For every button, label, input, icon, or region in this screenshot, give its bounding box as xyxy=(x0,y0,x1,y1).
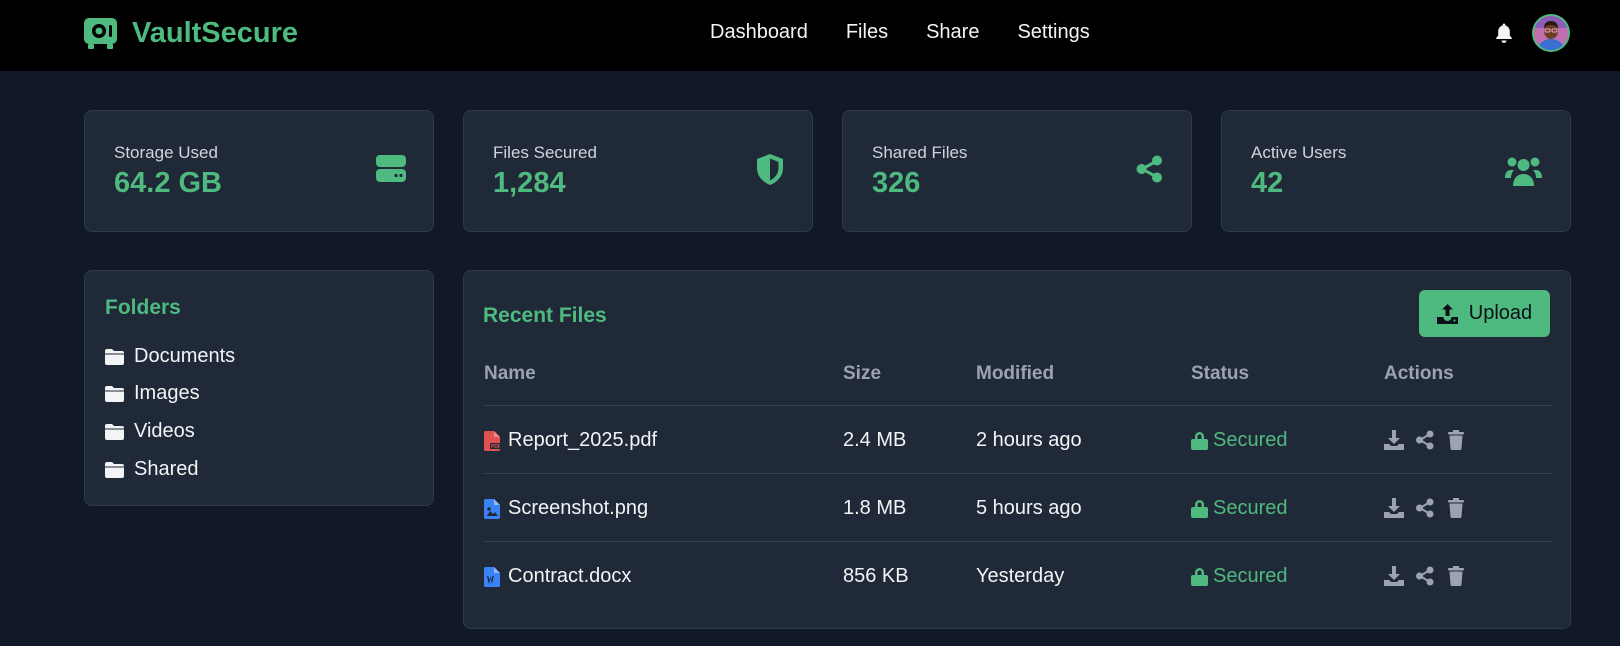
folder-label: Videos xyxy=(134,420,195,442)
upload-icon xyxy=(1436,303,1458,324)
lock-icon xyxy=(1191,568,1208,586)
download-icon[interactable] xyxy=(1384,430,1404,450)
folder-item-videos[interactable]: Videos xyxy=(105,420,195,443)
file-size: 856 KB xyxy=(843,565,909,587)
status-badge: Secured xyxy=(1191,497,1288,520)
folder-item-shared[interactable]: Shared xyxy=(105,458,199,481)
file-modified: 2 hours ago xyxy=(976,429,1082,451)
table-row[interactable]: Contract.docx 856 KB Yesterday Secured xyxy=(464,542,1572,609)
folder-icon xyxy=(105,461,124,478)
nav-dashboard[interactable]: Dashboard xyxy=(710,20,808,44)
image-file-icon xyxy=(484,498,500,519)
users-icon xyxy=(1505,157,1542,186)
share-icon xyxy=(1136,155,1162,183)
nav-settings[interactable]: Settings xyxy=(1017,20,1089,44)
word-file-icon xyxy=(484,566,500,587)
brand-name: VaultSecure xyxy=(132,17,299,49)
trash-icon[interactable] xyxy=(1446,566,1466,586)
status-text: Secured xyxy=(1213,429,1288,451)
status-text: Secured xyxy=(1213,565,1288,587)
column-header-modified: Modified xyxy=(976,363,1055,384)
vault-icon xyxy=(84,17,117,49)
row-actions xyxy=(1384,430,1477,450)
folder-icon xyxy=(105,423,124,440)
recent-files-panel: Recent Files Upload Name Size Modified S… xyxy=(463,270,1571,629)
stat-value: 42 xyxy=(1251,167,1284,199)
stat-card-shared-files: Shared Files 326 xyxy=(842,110,1192,232)
download-icon[interactable] xyxy=(1384,566,1404,586)
file-name-cell[interactable]: Screenshot.png xyxy=(484,497,648,520)
file-modified: Yesterday xyxy=(976,565,1065,587)
folder-icon xyxy=(105,348,124,365)
stat-card-storage-used: Storage Used 64.2 GB xyxy=(84,110,434,232)
status-badge: Secured xyxy=(1191,565,1288,588)
stat-label: Files Secured xyxy=(493,143,597,162)
file-name: Report_2025.pdf xyxy=(508,429,658,451)
shield-icon xyxy=(757,154,783,185)
upload-button[interactable]: Upload xyxy=(1419,290,1550,337)
column-header-size: Size xyxy=(843,363,882,384)
stat-label: Shared Files xyxy=(872,143,968,162)
table-row[interactable]: PDF Report_2025.pdf 2.4 MB 2 hours ago S… xyxy=(464,406,1572,473)
table-row[interactable]: Screenshot.png 1.8 MB 5 hours ago Secure… xyxy=(464,474,1572,541)
folders-panel: Folders Documents Images Videos Shared xyxy=(84,270,434,506)
share-icon[interactable] xyxy=(1415,430,1435,450)
upload-label: Upload xyxy=(1468,302,1533,324)
folder-item-images[interactable]: Images xyxy=(105,382,200,405)
file-size: 2.4 MB xyxy=(843,429,907,451)
file-name-cell[interactable]: Contract.docx xyxy=(484,565,631,588)
recent-files-title: Recent Files xyxy=(483,304,607,327)
folder-label: Images xyxy=(134,382,200,404)
status-badge: Secured xyxy=(1191,429,1288,452)
stat-card-active-users: Active Users 42 xyxy=(1221,110,1571,232)
column-header-actions: Actions xyxy=(1384,363,1454,384)
row-actions xyxy=(1384,498,1477,518)
user-avatar-image xyxy=(1534,16,1568,50)
file-name: Contract.docx xyxy=(508,565,632,587)
user-avatar[interactable] xyxy=(1532,14,1570,52)
file-size: 1.8 MB xyxy=(843,497,907,519)
lock-icon xyxy=(1191,500,1208,518)
svg-text:PDF: PDF xyxy=(491,444,500,450)
hard-drive-icon xyxy=(376,155,406,182)
stat-label: Active Users xyxy=(1251,143,1347,162)
file-modified: 5 hours ago xyxy=(976,497,1082,519)
notification-bell-icon[interactable] xyxy=(1494,22,1514,44)
stat-value: 1,284 xyxy=(493,167,566,199)
stat-label: Storage Used xyxy=(114,143,218,162)
share-icon[interactable] xyxy=(1415,498,1435,518)
trash-icon[interactable] xyxy=(1446,498,1466,518)
file-name-cell[interactable]: PDF Report_2025.pdf xyxy=(484,429,657,452)
column-header-name: Name xyxy=(484,363,536,384)
file-name: Screenshot.png xyxy=(508,497,649,519)
folder-label: Documents xyxy=(134,345,236,367)
column-header-status: Status xyxy=(1191,363,1250,384)
download-icon[interactable] xyxy=(1384,498,1404,518)
main-nav: Dashboard Files Share Settings xyxy=(710,20,1128,44)
brand-logo-link[interactable]: VaultSecure xyxy=(84,16,298,50)
pdf-file-icon: PDF xyxy=(484,430,500,451)
trash-icon[interactable] xyxy=(1446,430,1466,450)
stat-value: 326 xyxy=(872,167,921,199)
nav-share[interactable]: Share xyxy=(926,20,979,44)
folder-icon xyxy=(105,385,124,402)
stat-card-files-secured: Files Secured 1,284 xyxy=(463,110,813,232)
folders-title: Folders xyxy=(105,296,181,319)
folder-item-documents[interactable]: Documents xyxy=(105,345,235,368)
top-navigation-bar: VaultSecure Dashboard Files Share Settin… xyxy=(0,0,1620,71)
lock-icon xyxy=(1191,432,1208,450)
share-icon[interactable] xyxy=(1415,566,1435,586)
folder-label: Shared xyxy=(134,458,199,480)
row-actions xyxy=(1384,566,1477,586)
nav-files[interactable]: Files xyxy=(846,20,888,44)
status-text: Secured xyxy=(1213,497,1288,519)
stat-value: 64.2 GB xyxy=(114,167,222,199)
